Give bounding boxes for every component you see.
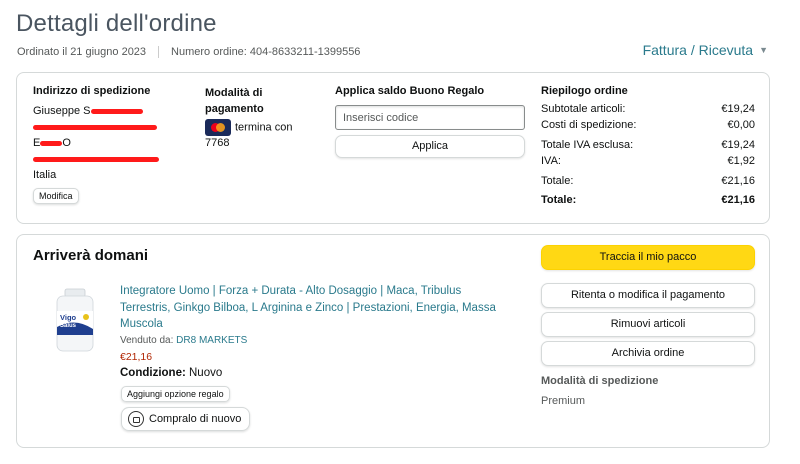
divider	[158, 46, 160, 58]
product-image[interactable]: Vigo Salus	[51, 287, 99, 353]
order-meta: Ordinato il 21 giugno 2023 Numero ordine…	[17, 46, 360, 58]
summary-heading: Riepilogo ordine	[541, 85, 628, 97]
address-line-street	[33, 119, 183, 135]
redaction-mark	[91, 108, 144, 114]
order-date: Ordinato il 21 giugno 2023	[17, 46, 147, 58]
summary-row: Totale: €21,16	[541, 175, 755, 187]
summary-row: Costi di spedizione: €0,00	[541, 119, 755, 131]
invoice-dropdown[interactable]: Fattura / Ricevuta ▼	[643, 42, 768, 58]
page-title: Dettagli dell'ordine	[16, 10, 217, 37]
track-package-button[interactable]: Traccia il mio pacco	[541, 245, 755, 270]
retry-payment-button[interactable]: Ritenta o modifica il pagamento	[541, 283, 755, 308]
mastercard-icon	[205, 119, 231, 136]
address-country: Italia	[33, 169, 57, 181]
shipping-address-heading: Indirizzo di spedizione	[33, 85, 151, 97]
shipping-method-heading: Modalità di spedizione	[541, 375, 659, 387]
address-name: Giuseppe S	[33, 103, 183, 119]
order-actions: Traccia il mio pacco Ritenta o modifica …	[541, 245, 755, 370]
product-condition: Condizione: Nuovo	[120, 367, 223, 379]
redaction-mark	[33, 124, 157, 130]
address-line-zip	[33, 151, 183, 167]
buy-again-icon	[128, 411, 144, 427]
grand-total: Totale: €21,16	[541, 194, 755, 206]
seller-link[interactable]: DR8 MARKETS	[176, 335, 247, 346]
archive-order-button[interactable]: Archivia ordine	[541, 341, 755, 366]
order-summary: Riepilogo ordine Subtotale articoli: €19,…	[541, 85, 755, 208]
gift-card-section: Applica saldo Buono Regalo Applica	[335, 85, 525, 158]
order-number: Numero ordine: 404-8633211-1399556	[171, 46, 361, 58]
gift-card-heading: Applica saldo Buono Regalo	[335, 85, 485, 97]
payment-card: termina con 7768	[205, 119, 315, 151]
shipping-method-value: Premium	[541, 395, 586, 407]
payment-method: Modalità di pagamento termina con 7768	[205, 85, 315, 151]
chevron-down-icon: ▼	[759, 45, 768, 55]
summary-row: Totale IVA esclusa: €19,24	[541, 139, 755, 151]
sold-by: Venduto da: DR8 MARKETS	[120, 335, 248, 346]
redaction-mark	[40, 140, 63, 146]
summary-row: IVA: €1,92	[541, 155, 755, 167]
buy-again-button[interactable]: Compralo di nuovo	[121, 407, 251, 431]
invoice-label: Fattura / Ricevuta	[642, 42, 754, 58]
add-gift-option-button[interactable]: Aggiungi opzione regalo	[121, 386, 230, 402]
product-price: €21,16	[120, 351, 153, 363]
summary-row: Subtotale articoli: €19,24	[541, 103, 755, 115]
payment-heading: Modalità di pagamento	[205, 87, 264, 115]
delivery-status: Arriverà domani	[33, 247, 149, 264]
shipment-card: Arriverà domani Vigo Salus Integratore U…	[16, 234, 770, 448]
svg-text:Salus: Salus	[60, 323, 77, 329]
product-title-link[interactable]: Integratore Uomo | Forza + Durata - Alto…	[120, 283, 512, 333]
apply-gift-button[interactable]: Applica	[335, 135, 525, 158]
address-line-city: EO	[33, 137, 71, 149]
buy-again-label: Compralo di nuovo	[149, 413, 242, 425]
edit-address-button[interactable]: Modifica	[33, 188, 79, 204]
order-info-card: Indirizzo di spedizione Giuseppe S EO It…	[16, 72, 770, 224]
remove-items-button[interactable]: Rimuovi articoli	[541, 312, 755, 337]
svg-text:Vigo: Vigo	[60, 313, 77, 322]
shipping-address: Indirizzo di spedizione Giuseppe S EO It…	[33, 85, 183, 204]
redaction-mark	[33, 156, 159, 162]
gift-code-input[interactable]	[335, 105, 525, 130]
